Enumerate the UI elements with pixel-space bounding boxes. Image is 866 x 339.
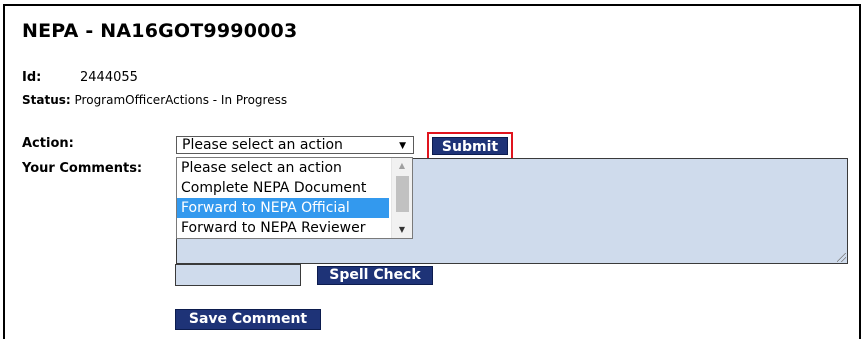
- comments-label: Your Comments:: [22, 161, 143, 176]
- action-dropdown-list[interactable]: Please select an action Complete NEPA Do…: [176, 157, 413, 239]
- chevron-down-icon: ▼: [399, 141, 406, 151]
- spell-check-field[interactable]: [175, 264, 301, 286]
- action-select[interactable]: Please select an action ▼: [176, 136, 414, 154]
- spell-check-button[interactable]: Spell Check: [317, 266, 433, 285]
- dropdown-option[interactable]: Forward to NEPA Reviewer: [177, 218, 389, 238]
- status-value: ProgramOfficerActions - In Progress: [74, 93, 288, 107]
- action-select-value: Please select an action: [182, 137, 343, 153]
- id-label: Id:: [22, 70, 42, 85]
- dropdown-option[interactable]: Complete NEPA Document: [177, 178, 389, 198]
- dropdown-scrollbar[interactable]: ▲ ▼: [391, 158, 412, 238]
- submit-focus-outline: Submit: [427, 132, 513, 160]
- dropdown-option[interactable]: Please select an action: [177, 158, 389, 178]
- submit-button[interactable]: Submit: [432, 137, 508, 155]
- status-line: Status: ProgramOfficerActions - In Progr…: [22, 93, 287, 107]
- id-value: 2444055: [80, 70, 138, 85]
- status-label: Status:: [22, 93, 71, 107]
- action-label: Action:: [22, 136, 74, 151]
- scrollbar-thumb[interactable]: [396, 176, 409, 212]
- resize-grip-icon[interactable]: [837, 253, 846, 262]
- scroll-down-icon[interactable]: ▼: [392, 222, 412, 238]
- dropdown-option-highlighted[interactable]: Forward to NEPA Official: [177, 198, 389, 218]
- save-comment-button[interactable]: Save Comment: [175, 309, 321, 330]
- scroll-up-icon[interactable]: ▲: [392, 158, 412, 174]
- page-title: NEPA - NA16GOT9990003: [22, 20, 298, 42]
